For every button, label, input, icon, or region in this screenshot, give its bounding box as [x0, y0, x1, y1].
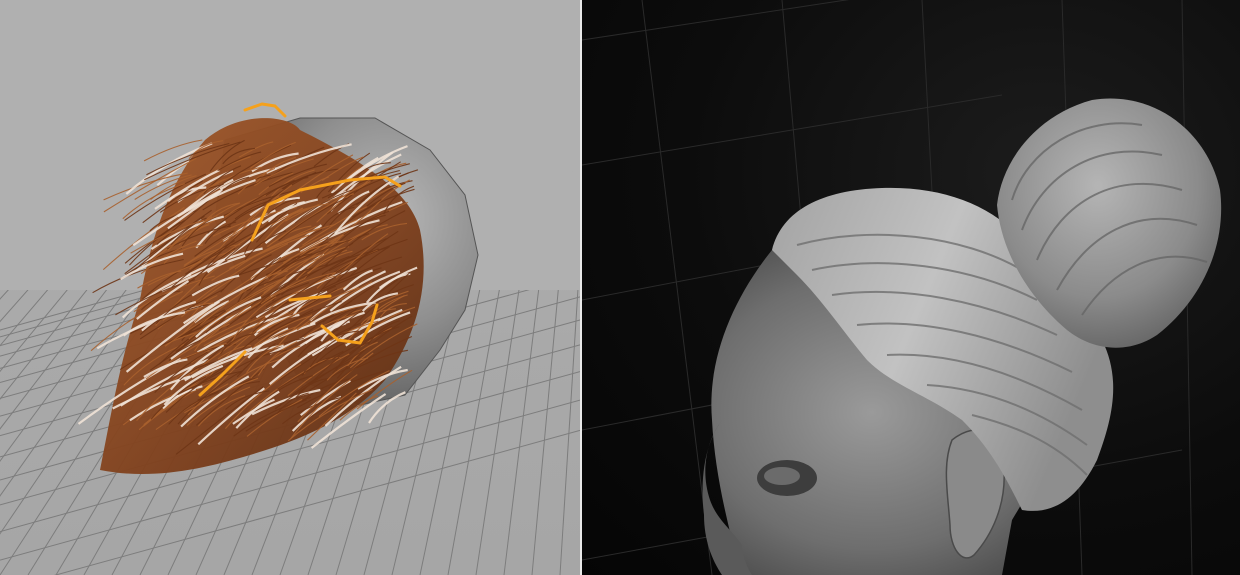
eyelid: [764, 467, 800, 485]
hair-groom-viewport: [0, 0, 580, 575]
comparison-image: [0, 0, 1240, 575]
hair-groom-render: [0, 0, 580, 575]
sculpted-head-render: [582, 0, 1222, 575]
sculpt-viewport: [582, 0, 1240, 575]
